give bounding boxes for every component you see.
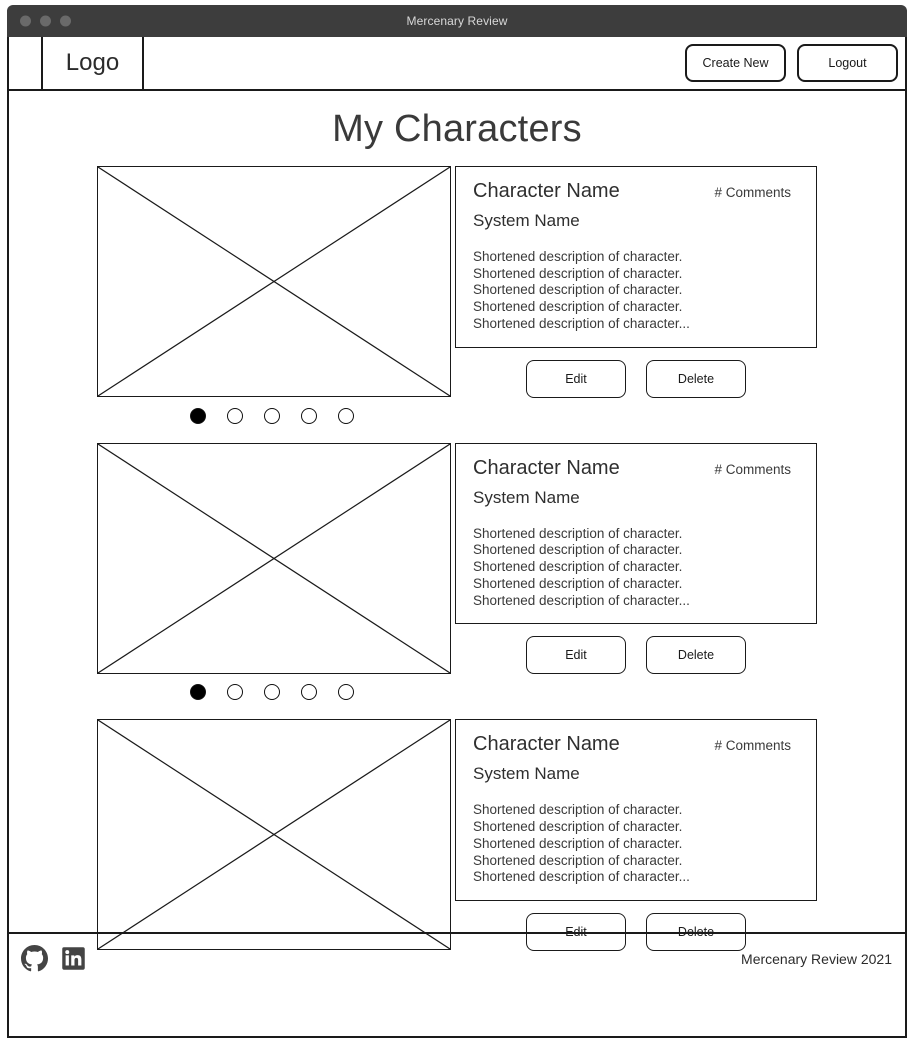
app-window: Mercenary Review Logo Create New Logout … xyxy=(0,0,914,1047)
github-icon[interactable] xyxy=(21,945,48,972)
page-title: My Characters xyxy=(332,108,582,150)
comments-count[interactable]: # Comments xyxy=(714,462,799,477)
description-line: Shortened description of character... xyxy=(473,592,690,608)
carousel-dot[interactable] xyxy=(227,407,243,424)
description-line: Shortened description of character. xyxy=(473,249,683,264)
character-actions: Edit Delete xyxy=(455,359,817,398)
minimize-icon[interactable] xyxy=(40,15,51,27)
comments-count[interactable]: # Comments xyxy=(714,738,799,753)
footer: Mercenary Review 2021 xyxy=(9,932,905,983)
character-description: Shortened description of character. Short… xyxy=(473,802,799,886)
character-image-placeholder[interactable] xyxy=(97,719,451,951)
system-name: System Name xyxy=(473,211,580,230)
system-name: System Name xyxy=(473,487,580,507)
description-line: Shortened description of character. xyxy=(473,282,683,298)
description-line: Shortened description of character. xyxy=(473,265,683,281)
carousel-dot[interactable] xyxy=(338,407,354,424)
description-line: Shortened description of character. xyxy=(473,802,683,818)
description-line: Shortened description of character. xyxy=(473,525,683,541)
carousel-dot[interactable] xyxy=(338,684,354,701)
character-info-header: Character Name # Comments xyxy=(473,733,799,756)
carousel-dots xyxy=(97,407,817,424)
system-name: System Name xyxy=(473,764,580,784)
carousel-dot[interactable] xyxy=(227,684,243,701)
navbar-spacer xyxy=(144,37,685,89)
character-details: Character Name # Comments System Name Short… xyxy=(455,719,817,952)
character-description: Shortened description of character. Short… xyxy=(473,249,799,333)
character-card: Character Name # Comments System Name Short… xyxy=(9,166,905,424)
linkedin-icon[interactable] xyxy=(60,945,87,972)
character-card: Character Name # Comments System Name Short… xyxy=(9,442,905,701)
navbar-actions: Create New Logout xyxy=(685,37,905,89)
description-line: Shortened description of character. xyxy=(473,819,683,835)
create-new-button[interactable]: Create New xyxy=(685,44,786,82)
carousel-dot[interactable] xyxy=(190,407,206,424)
carousel-dot[interactable] xyxy=(301,684,317,701)
description-line: Shortened description of character. xyxy=(473,852,683,868)
maximize-icon[interactable] xyxy=(60,15,71,27)
character-details: Character Name # Comments System Name Short… xyxy=(455,166,817,398)
carousel-dot[interactable] xyxy=(190,684,206,701)
carousel-dot[interactable] xyxy=(264,407,280,424)
comments-count[interactable]: # Comments xyxy=(714,185,799,200)
edit-button[interactable]: Edit xyxy=(526,359,626,398)
description-line: Shortened description of character. xyxy=(473,542,683,558)
character-name: Character Name xyxy=(473,733,620,756)
carousel-dot[interactable] xyxy=(301,407,317,424)
character-details: Character Name # Comments System Name Short… xyxy=(455,442,817,675)
close-icon[interactable] xyxy=(20,15,31,27)
carousel-dots xyxy=(97,684,817,701)
navbar-left-cell xyxy=(9,37,43,89)
character-info-box: Character Name # Comments System Name Short… xyxy=(455,166,817,348)
character-name: Character Name xyxy=(473,456,620,479)
character-card-row: Character Name # Comments System Name Short… xyxy=(97,442,817,675)
description-line: Shortened description of character. xyxy=(473,559,683,575)
logout-button[interactable]: Logout xyxy=(797,44,898,82)
footer-copyright: Mercenary Review 2021 xyxy=(741,950,892,967)
main-content: My Characters Character Name # Comments Sy… xyxy=(9,91,905,983)
footer-social-links xyxy=(21,945,87,972)
character-info-box: Character Name # Comments System Name Short… xyxy=(455,442,817,625)
character-actions: Edit Delete xyxy=(455,636,817,675)
character-info-box: Character Name # Comments System Name Short… xyxy=(455,719,817,902)
character-image-placeholder[interactable] xyxy=(97,166,451,397)
character-name: Character Name xyxy=(473,180,620,202)
carousel-dot[interactable] xyxy=(264,684,280,701)
navbar: Logo Create New Logout xyxy=(9,37,905,91)
window-title: Mercenary Review xyxy=(406,14,508,28)
character-description: Shortened description of character. Short… xyxy=(473,526,799,610)
description-line: Shortened description of character. xyxy=(473,575,683,591)
character-card-row: Character Name # Comments System Name Short… xyxy=(97,719,817,952)
character-card-list: Character Name # Comments System Name Short… xyxy=(9,151,905,952)
character-info-header: Character Name # Comments xyxy=(473,180,799,203)
description-line: Shortened description of character... xyxy=(473,315,690,331)
window-titlebar: Mercenary Review xyxy=(7,5,907,37)
description-line: Shortened description of character... xyxy=(473,869,690,885)
description-line: Shortened description of character. xyxy=(473,835,683,851)
character-image-placeholder[interactable] xyxy=(97,442,451,674)
character-card-row: Character Name # Comments System Name Short… xyxy=(97,166,817,398)
delete-button[interactable]: Delete xyxy=(646,636,746,675)
page-frame: Logo Create New Logout My Characters Cha… xyxy=(7,37,907,1038)
character-card: Character Name # Comments System Name Short… xyxy=(9,719,905,952)
character-info-header: Character Name # Comments xyxy=(473,457,799,480)
description-line: Shortened description of character. xyxy=(473,299,683,315)
edit-button[interactable]: Edit xyxy=(526,636,626,675)
delete-button[interactable]: Delete xyxy=(646,359,746,398)
logo[interactable]: Logo xyxy=(43,37,144,89)
traffic-lights xyxy=(20,15,71,27)
